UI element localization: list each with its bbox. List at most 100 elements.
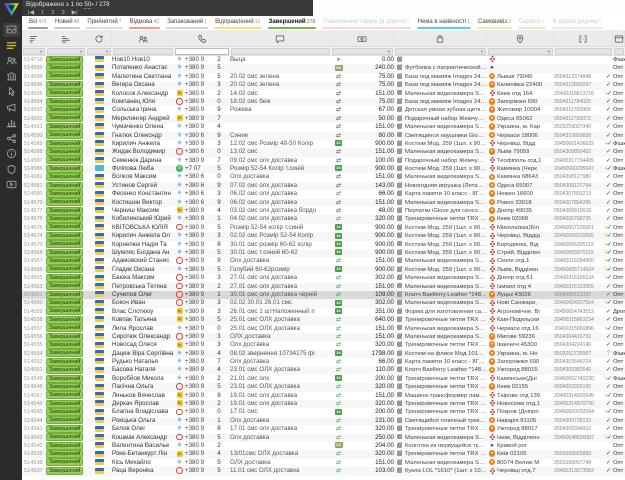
tab-Повернення товару (в дорозі)[interactable]: Повернення товару (в дорозі)0 <box>319 16 413 30</box>
order-row[interactable]: 514553ЗавершенийРудько Наталья✳+380 97Ол… <box>22 358 625 366</box>
column-header-seller[interactable] <box>613 31 625 46</box>
tab-Відмова[interactable]: Відмова42 <box>126 16 164 30</box>
filter-select[interactable]: ▼ <box>47 48 85 55</box>
clients-icon[interactable] <box>3 54 20 68</box>
filter-select[interactable] <box>231 48 330 55</box>
country-flag <box>86 408 112 416</box>
order-row[interactable]: 514555ЗавершенийНовосад Олесяlc+380 93Ол… <box>22 341 625 349</box>
column-header-id-sort[interactable] <box>22 31 46 46</box>
column-header-tracking[interactable] <box>554 31 613 46</box>
order-row[interactable]: 514560ЗавершенийБокоч Иван+380 9302.02 3… <box>22 299 625 307</box>
order-row[interactable]: 514567ЗавершенийАдамовский Станис+380 99… <box>22 257 625 265</box>
order-row[interactable]: 514545ЗавершенийБлагіна Владіслава+380 9… <box>22 408 625 416</box>
order-row[interactable]: 514592ЗавершенийМерклингер Андрейlc+380 … <box>22 115 625 123</box>
order-row[interactable]: 514576ЗавершенийКобилинський Юрий✳+380 9… <box>22 215 625 223</box>
tab-Самовивіз[interactable]: Самовивіз2 <box>474 16 515 30</box>
filter-select[interactable] <box>555 48 612 55</box>
order-row[interactable]: 514716ЗавершенийНов10 Нов10✳+380 92Выца➤… <box>22 56 625 64</box>
filter-select[interactable] <box>113 48 173 55</box>
tab-Нема в наявності[interactable]: Нема в наявності1 <box>414 16 474 30</box>
order-row[interactable]: 514556ЗавершенийСиротюк Олександр+380 93… <box>22 333 625 341</box>
order-row[interactable]: 514588ЗавершенийЖидак Володимир+380 6013… <box>22 148 625 156</box>
filter-select[interactable]: ▼ <box>332 48 393 55</box>
order-row[interactable]: 514551ЗавершенийБасова Наталя✳+380 9423.… <box>22 366 625 374</box>
order-row[interactable]: 514540ЗавершенийВалентина Василье✳+380 9… <box>22 442 625 450</box>
order-row[interactable]: 514568ЗавершенийШумляс Богдана Ан✳+380 9… <box>22 249 625 257</box>
order-row[interactable]: 514559ЗавершенийВлас Слотюоуlc+380 9326.… <box>22 308 625 316</box>
orders-icon[interactable] <box>3 38 20 52</box>
order-row[interactable]: 514548ЗавершенийПасічна Ольга+380 9523.0… <box>22 383 625 391</box>
stats-icon[interactable] <box>3 116 20 130</box>
order-row[interactable]: 514599ЗавершенийПотапенко Анастас✳+380 9… <box>22 64 625 72</box>
tab-Новий[interactable]: Новий48 <box>51 16 83 30</box>
order-row[interactable]: 514537ЗавершенийРаца Вероніка+380 9511.0… <box>22 467 625 475</box>
filter-select[interactable] <box>614 48 624 55</box>
order-row[interactable]: 514546ЗавершенийДеркач Ярославlc+380 921… <box>22 400 625 408</box>
order-row[interactable]: 514575ЗавершенийКВІТОВСЬКА ЮЛІЯ+380 95Ро… <box>22 224 625 232</box>
video-icon[interactable] <box>3 178 20 192</box>
column-header-payment[interactable] <box>331 31 394 46</box>
column-header-comment[interactable] <box>230 31 331 46</box>
filter-select[interactable]: ▼ <box>395 48 486 55</box>
order-row[interactable]: 514561ЗавершенийСучилов Олег+380 9130.01… <box>22 291 625 299</box>
column-header-status-sort[interactable] <box>46 31 86 46</box>
order-row[interactable]: 514554ЗавершенийДацюк Віра Сергіївна✳+38… <box>22 350 625 358</box>
filter-select[interactable]: ▼ <box>488 48 553 55</box>
order-row[interactable]: 514596ЗавершенийВегера Оксана✳+380 9320.… <box>22 81 625 89</box>
order-row[interactable]: 514543ЗавершенийБелов Олег✳+380 9817.01 … <box>22 425 625 433</box>
tab-Завершений[interactable]: Завершений278 <box>265 16 320 30</box>
order-row[interactable]: 514598ЗавершенийМалютина Светлана✳+380 9… <box>22 73 625 81</box>
gallery-icon[interactable] <box>3 23 20 37</box>
tab-Прийнятий[interactable]: Прийнятий7 <box>83 16 125 30</box>
order-row[interactable]: 514593ЗавершенийСольська Ірина✳+380 99Ро… <box>22 106 625 114</box>
order-row[interactable]: 514589ЗавершенийКирилич Анжела✳+380 9312… <box>22 140 625 148</box>
order-row[interactable]: 514565ЗавершенийБаюка Максим+380 9327.01… <box>22 274 625 282</box>
order-row[interactable]: 514574ЗавершенийКирилич Анжела Ол✳+380 9… <box>22 232 625 240</box>
plugins-icon[interactable] <box>3 131 20 145</box>
order-row[interactable]: 514595ЗавершенийКолосок Александрlc+380 … <box>22 90 625 98</box>
order-row[interactable]: 514570ЗавершенийКорнелюк Надія Та✳+380 9… <box>22 241 625 249</box>
order-row[interactable]: 514547ЗавершенийЛиньков Вячеславlc+380 9… <box>22 392 625 400</box>
info-icon[interactable] <box>3 147 20 161</box>
column-header-customer[interactable] <box>112 31 174 46</box>
support-icon[interactable] <box>3 162 20 176</box>
status-badge: Завершений <box>46 333 83 341</box>
tab-Сервіси[interactable]: Сервіси0 <box>515 16 549 30</box>
tab-Відправлений[interactable]: Відправлений12 <box>211 16 264 30</box>
order-row[interactable]: 514557ЗавершенийЛила Ярослав✳+380 9025.0… <box>22 325 625 333</box>
order-row[interactable]: 514558ЗавершенийКовпак Татьянаlc+380 952… <box>22 316 625 324</box>
order-row[interactable]: 514566ЗавершенийГладик Оксана✳+380 95Гол… <box>22 266 625 274</box>
marketing-icon[interactable] <box>3 100 20 114</box>
filter-select[interactable]: ▼ <box>23 48 45 55</box>
column-header-source[interactable] <box>86 31 112 46</box>
column-header-product[interactable] <box>394 31 487 46</box>
order-row[interactable]: 514539ЗавершенийРоке-Бетанкурт Лінlc+380… <box>22 450 625 458</box>
order-row[interactable]: 514587ЗавершенийСеменюк Дарина✳+380 9709… <box>22 157 625 165</box>
order-row[interactable]: 514544ЗавершенийРокіцька Ольга✳+380 91Ол… <box>22 417 625 425</box>
order-row[interactable]: 514563ЗавершенийПетровська Тетяна+380 92… <box>22 283 625 291</box>
column-header-location[interactable] <box>487 31 554 46</box>
order-row[interactable]: 514549ЗавершенийВоробйов Микола✳+380 922… <box>22 375 625 383</box>
product-bag-icon <box>397 275 402 280</box>
order-row[interactable]: 514542ЗавершенийКошмак Александр+380 95О… <box>22 434 625 442</box>
order-row[interactable]: 514579ЗавершенийКостишин Виктор✳+380 690… <box>22 199 625 207</box>
cursor-icon[interactable] <box>3 85 20 99</box>
order-row[interactable]: 514591ЗавершенийЧумаченко Олена✳+380 94⇄… <box>22 123 625 131</box>
filter-select[interactable]: ▼ <box>87 48 111 55</box>
order-row[interactable]: 514581ЗавершенийУстинов Сергей✳+380 6907… <box>22 182 625 190</box>
order-row[interactable]: 514586ЗавершенийФіліпова Люба✆+7 075Розм… <box>22 165 625 173</box>
order-row[interactable]: 514594ЗавершенийКомпанец Юля+380 9018.02… <box>22 98 625 106</box>
ttn-number: 20450655714924 <box>554 266 604 274</box>
order-row[interactable]: 514577ЗавершенийЧерниш Максимlc+380 9403… <box>22 207 625 215</box>
order-row[interactable]: 514580ЗавершенийФесенко Константин✳+380 … <box>22 190 625 198</box>
order-row[interactable]: 514582ЗавершенийВолков Максим✳+380 60Олх… <box>22 173 625 181</box>
column-header-phone[interactable] <box>174 31 230 46</box>
order-row[interactable]: 514590ЗавершенийГнатюк Олексндр✳+380 69С… <box>22 132 625 140</box>
app-logo-icon[interactable] <box>3 2 20 17</box>
tab-Запакований[interactable]: Запакований1 <box>163 16 211 30</box>
bank-icon[interactable] <box>3 69 20 83</box>
order-row[interactable]: 514538ЗавершенийКісь Михайло✳+380 95ОЛХ … <box>22 459 625 467</box>
tab-В дорозі додому[interactable]: В дорозі додому0 <box>549 16 607 30</box>
tab-Всі[interactable]: Всі471 <box>25 16 51 30</box>
filter-input[interactable] <box>175 48 229 55</box>
